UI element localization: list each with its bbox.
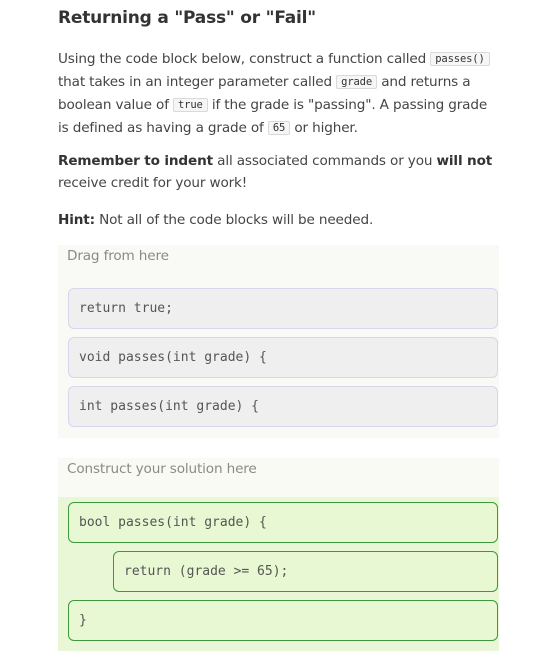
solution-area-label: Construct your solution here — [67, 461, 257, 477]
code-true: true — [173, 98, 208, 112]
instruction-text: Using the code block below, construct a … — [58, 51, 431, 67]
instruction-text: or higher. — [290, 120, 358, 136]
reminder-bold: Remember to indent — [58, 153, 213, 169]
reminder-text: receive credit for your work! — [58, 175, 248, 191]
code-grade: grade — [336, 75, 378, 89]
code-65: 65 — [267, 121, 291, 135]
solution-block-return-grade[interactable]: return (grade >= 65); — [113, 551, 498, 592]
instructions-paragraph: Using the code block below, construct a … — [58, 48, 498, 140]
solution-block-close-brace[interactable]: } — [68, 600, 498, 641]
hint: Hint: Not all of the code blocks will be… — [58, 209, 498, 231]
solution-area: Construct your solution here bool passes… — [58, 458, 499, 651]
instruction-text: that takes in an integer parameter calle… — [58, 74, 337, 90]
solution-block-bool-passes[interactable]: bool passes(int grade) { — [68, 502, 498, 543]
source-block-int-passes[interactable]: int passes(int grade) { — [68, 386, 498, 427]
reminder-bold: will not — [436, 153, 493, 169]
source-block-return-true[interactable]: return true; — [68, 288, 498, 329]
source-area: Drag from here return true; void passes(… — [58, 245, 499, 438]
hint-label: Hint: — [58, 212, 95, 228]
solution-drop-zone[interactable]: bool passes(int grade) { return (grade >… — [58, 497, 499, 651]
page-title: Returning a "Pass" or "Fail" — [58, 8, 316, 28]
reminder-text: all associated commands or you — [212, 153, 437, 169]
indent-reminder: Remember to indent all associated comman… — [58, 150, 498, 194]
code-passes: passes() — [430, 52, 490, 66]
hint-text: Not all of the code blocks will be neede… — [94, 212, 374, 228]
source-area-label: Drag from here — [67, 248, 169, 264]
source-block-void-passes[interactable]: void passes(int grade) { — [68, 337, 498, 378]
